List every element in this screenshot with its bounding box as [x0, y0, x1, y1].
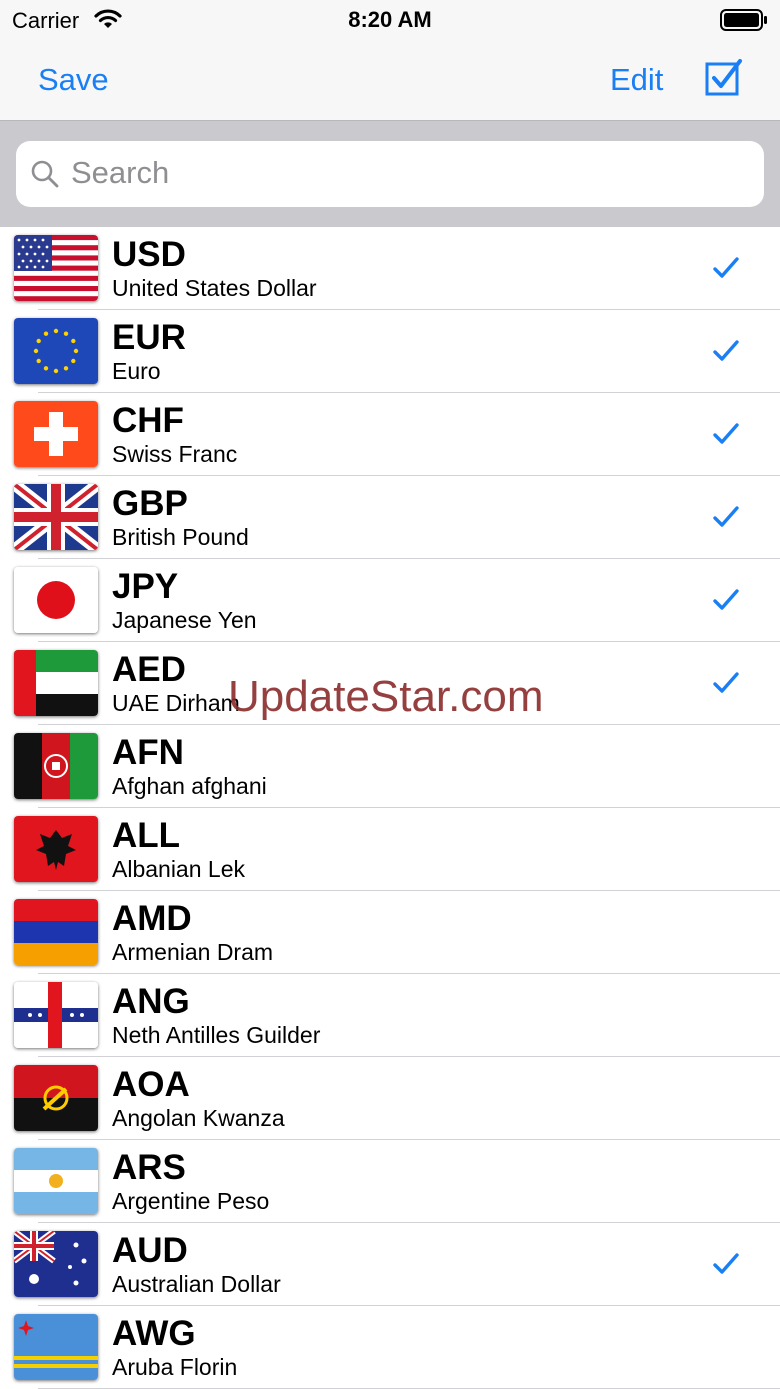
currency-code: AWG	[112, 1314, 196, 1353]
currency-code: ALL	[112, 816, 181, 855]
checkmark-icon	[712, 339, 740, 368]
netherlands-antilles-flag-icon	[14, 982, 98, 1048]
select-all-checkbox-icon[interactable]	[705, 58, 743, 103]
currency-row-eur[interactable]: EUR Euro	[0, 310, 780, 393]
japan-flag-icon	[14, 567, 98, 633]
currency-code: CHF	[112, 401, 184, 440]
checkmark-icon	[712, 1252, 740, 1281]
currency-name: British Pound	[112, 524, 249, 550]
albania-flag-icon	[14, 816, 98, 882]
search-placeholder: Search	[71, 155, 170, 190]
currency-name: Argentine Peso	[112, 1188, 270, 1214]
currency-row-ang[interactable]: ANG Neth Antilles Guilder	[0, 974, 780, 1057]
switzerland-flag-icon	[14, 401, 98, 467]
currency-name: United States Dollar	[112, 275, 317, 301]
search-icon	[30, 159, 60, 194]
checkmark-icon	[712, 256, 740, 285]
currency-code: AUD	[112, 1231, 188, 1270]
currency-code: AED	[112, 650, 186, 689]
battery-icon	[720, 9, 768, 36]
currency-list: USD United States Dollar EUR Euro CHF Sw…	[0, 227, 780, 1389]
currency-row-chf[interactable]: CHF Swiss Franc	[0, 393, 780, 476]
currency-row-all[interactable]: ALL Albanian Lek	[0, 808, 780, 891]
navigation-bar: Save Edit	[0, 40, 780, 120]
status-time: 8:20 AM	[348, 7, 432, 32]
checkmark-icon	[712, 588, 740, 617]
currency-name: Japanese Yen	[112, 607, 257, 633]
currency-code: AOA	[112, 1065, 190, 1104]
checkmark-icon	[712, 422, 740, 451]
currency-code: AFN	[112, 733, 184, 772]
currency-code: USD	[112, 235, 186, 274]
currency-row-jpy[interactable]: JPY Japanese Yen	[0, 559, 780, 642]
watermark-text: UpdateStar.com	[228, 672, 544, 721]
currency-code: EUR	[112, 318, 186, 357]
angola-flag-icon	[14, 1065, 98, 1131]
currency-name: Neth Antilles Guilder	[112, 1022, 321, 1048]
edit-button[interactable]: Edit	[610, 62, 663, 98]
currency-row-aoa[interactable]: AOA Angolan Kwanza	[0, 1057, 780, 1140]
currency-name: UAE Dirham	[112, 690, 240, 716]
currency-row-ars[interactable]: ARS Argentine Peso	[0, 1140, 780, 1223]
argentina-flag-icon	[14, 1148, 98, 1214]
usa-flag-icon	[14, 235, 98, 301]
currency-code: GBP	[112, 484, 188, 523]
currency-code: AMD	[112, 899, 192, 938]
currency-row-afn[interactable]: AFN Afghan afghani	[0, 725, 780, 808]
armenia-flag-icon	[14, 899, 98, 965]
currency-name: Armenian Dram	[112, 939, 274, 965]
currency-name: Aruba Florin	[112, 1354, 238, 1380]
currency-code: JPY	[112, 567, 179, 606]
eu-flag-icon	[14, 318, 98, 384]
currency-row-usd[interactable]: USD United States Dollar	[0, 227, 780, 310]
checkmark-icon	[712, 505, 740, 534]
aruba-flag-icon	[14, 1314, 98, 1380]
currency-row-gbp[interactable]: GBP British Pound	[0, 476, 780, 559]
currency-row-awg[interactable]: AWG Aruba Florin	[0, 1306, 780, 1389]
currency-name: Afghan afghani	[112, 773, 267, 799]
afghanistan-flag-icon	[14, 733, 98, 799]
status-bar: Carrier 8:20 AM	[0, 0, 780, 40]
save-button[interactable]: Save	[38, 62, 109, 98]
currency-name: Angolan Kwanza	[112, 1105, 285, 1131]
currency-name: Albanian Lek	[112, 856, 245, 882]
currency-name: Swiss Franc	[112, 441, 238, 467]
australia-flag-icon	[14, 1231, 98, 1297]
currency-code: ANG	[112, 982, 190, 1021]
search-bar: Search	[0, 120, 780, 228]
currency-name: Australian Dollar	[112, 1271, 281, 1297]
currency-row-amd[interactable]: AMD Armenian Dram	[0, 891, 780, 974]
currency-code: ARS	[112, 1148, 186, 1187]
uk-flag-icon	[14, 484, 98, 550]
currency-row-aud[interactable]: AUD Australian Dollar	[0, 1223, 780, 1306]
checkmark-icon	[712, 671, 740, 700]
uae-flag-icon	[14, 650, 98, 716]
search-input[interactable]: Search	[16, 141, 764, 207]
currency-name: Euro	[112, 358, 161, 384]
